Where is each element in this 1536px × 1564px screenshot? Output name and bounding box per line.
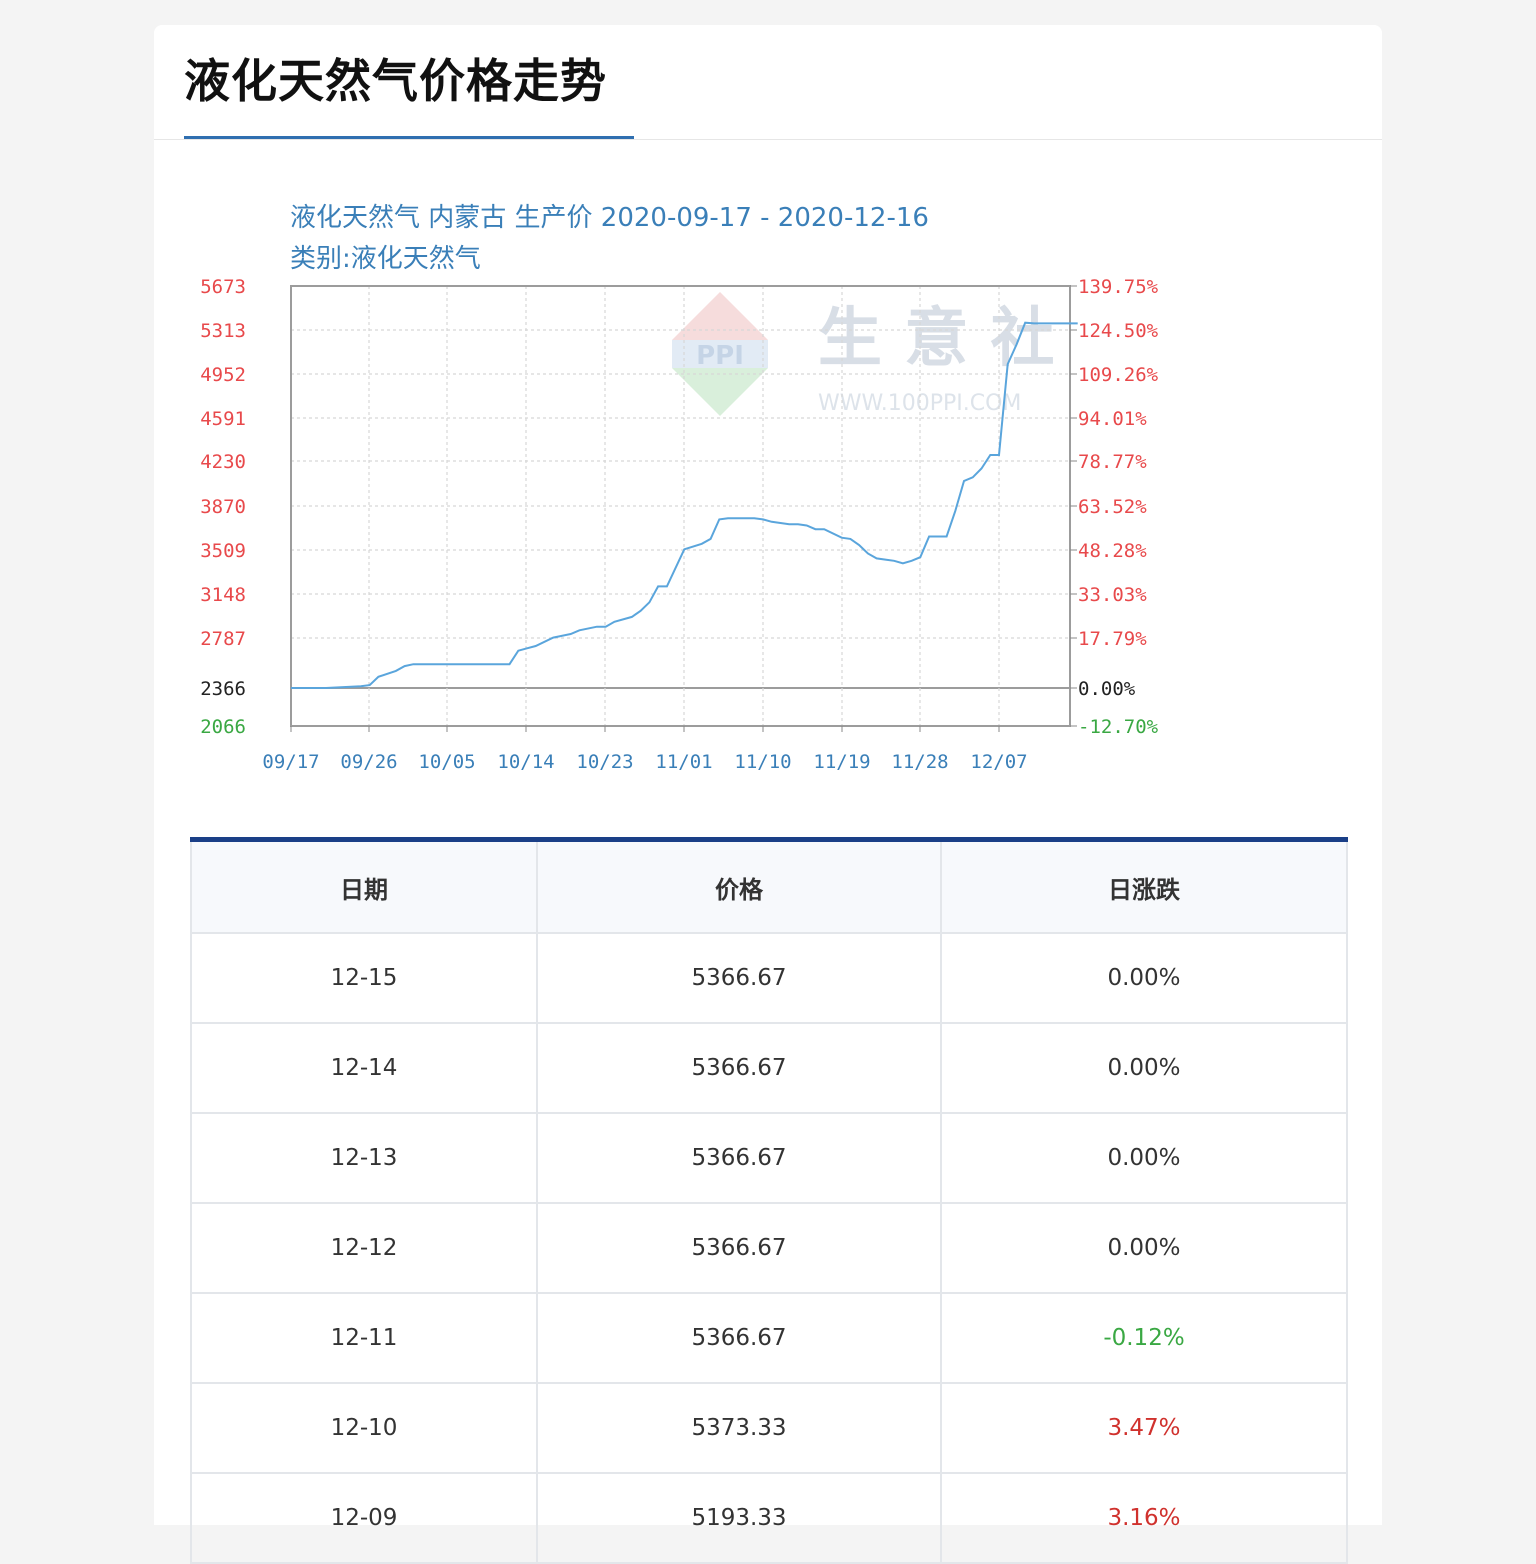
cell-price: 5366.67 [536, 1022, 942, 1114]
table-row: 12-09 5193.33 3.16% [190, 1472, 1348, 1564]
cell-change: 3.47% [940, 1382, 1348, 1474]
cell-price: 5193.33 [536, 1472, 942, 1564]
column-header-date: 日期 [190, 838, 538, 934]
y-axis-left: 5673 5313 4952 4591 4230 3870 3509 3148 2787 2366… [200, 276, 246, 738]
price-chart: PPI 生 意 社 WWW.100PPI.COM 液化天然气 内蒙古 生产价 202… [0, 0, 1536, 800]
column-header-change: 日涨跌 [940, 838, 1348, 934]
watermark-logo-text: PPI [696, 341, 744, 371]
cell-price: 5366.67 [536, 932, 942, 1024]
y-left-tick-label: 3870 [200, 496, 246, 518]
price-chart-svg: PPI 生 意 社WWW.100PPI.COM 液化天然气 内蒙古 生产价 202… [200, 203, 1159, 773]
y-right-tick-label: 33.03% [1078, 584, 1147, 606]
x-tick-label: 11/01 [655, 751, 712, 773]
cell-date: 12-14 [190, 1022, 538, 1114]
y-left-tick-label: 5673 [200, 276, 246, 298]
table-row: 12-12 5366.67 0.00% [190, 1202, 1348, 1294]
cell-price: 5366.67 [536, 1292, 942, 1384]
cell-date: 12-11 [190, 1292, 538, 1384]
y-left-tick-label: 3509 [200, 540, 246, 562]
cell-price: 5373.33 [536, 1382, 942, 1474]
table-row: 12-15 5366.67 0.00% [190, 932, 1348, 1024]
watermark-logo-bottom [672, 368, 768, 416]
x-axis: 09/17 09/26 10/05 10/14 10/23 11/01 11/10 11/19… [262, 726, 1028, 773]
table-row: 12-10 5373.33 3.47% [190, 1382, 1348, 1474]
y-left-tick-label: 2366 [200, 678, 246, 700]
y-axis-right: 139.75% 124.50% 109.26% 94.01% 78.77% 63.52% 4… [1070, 276, 1159, 738]
y-left-tick-label: 4952 [200, 364, 246, 386]
x-tick-label: 10/14 [497, 751, 554, 773]
y-right-tick-label: 139.75% [1078, 276, 1159, 298]
price-table: 日期 价格 日涨跌 12-15 5366.67 0.00% 12-14 5366.67 0… [190, 837, 1348, 1564]
chart-subtitle: 类别:液化天然气 [290, 244, 481, 274]
table-row: 12-13 5366.67 0.00% [190, 1112, 1348, 1204]
x-tick-label: 10/23 [576, 751, 633, 773]
y-right-tick-label: -12.70% [1078, 716, 1159, 738]
x-tick-label: 11/28 [891, 751, 948, 773]
cell-change: 0.00% [940, 1202, 1348, 1294]
cell-date: 12-09 [190, 1472, 538, 1564]
cell-change: 3.16% [940, 1472, 1348, 1564]
y-right-tick-label: 63.52% [1078, 496, 1147, 518]
y-left-tick-label: 4591 [200, 408, 246, 430]
x-tick-label: 09/17 [262, 751, 319, 773]
cell-date: 12-13 [190, 1112, 538, 1204]
cell-date: 12-10 [190, 1382, 538, 1474]
x-tick-label: 12/07 [970, 751, 1027, 773]
table-row: 12-11 5366.67 -0.12% [190, 1292, 1348, 1384]
y-right-tick-label: 109.26% [1078, 364, 1159, 386]
cell-change: 0.00% [940, 932, 1348, 1024]
cell-price: 5366.67 [536, 1202, 942, 1294]
x-tick-label: 10/05 [418, 751, 475, 773]
y-left-tick-label: 4230 [200, 451, 246, 473]
cell-change: 0.00% [940, 1112, 1348, 1204]
y-right-tick-label: 124.50% [1078, 320, 1159, 342]
column-header-price: 价格 [536, 838, 942, 934]
watermark: PPI 生 意 社WWW.100PPI.COM [672, 292, 1055, 416]
y-right-tick-label: 0.00% [1078, 678, 1136, 700]
cell-date: 12-12 [190, 1202, 538, 1294]
table-body: 12-15 5366.67 0.00% 12-14 5366.67 0.00% 12-13 5… [190, 932, 1348, 1564]
cell-change: 0.00% [940, 1022, 1348, 1114]
x-tick-label: 09/26 [340, 751, 397, 773]
x-tick-label: 11/19 [813, 751, 870, 773]
x-tick-label: 11/10 [734, 751, 791, 773]
y-right-tick-label: 78.77% [1078, 451, 1147, 473]
y-left-tick-label: 3148 [200, 584, 246, 606]
cell-price: 5366.67 [536, 1112, 942, 1204]
y-right-tick-label: 94.01% [1078, 408, 1147, 430]
cell-change: -0.12% [940, 1292, 1348, 1384]
watermark-logo-top [672, 292, 768, 340]
y-right-tick-label: 48.28% [1078, 540, 1147, 562]
chart-title: 液化天然气 内蒙古 生产价 2020-09-17 - 2020-12-16 [290, 203, 929, 233]
cell-date: 12-15 [190, 932, 538, 1024]
table-header-row: 日期 价格 日涨跌 [190, 838, 1348, 934]
y-left-tick-label: 5313 [200, 320, 246, 342]
table-row: 12-14 5366.67 0.00% [190, 1022, 1348, 1114]
y-left-tick-label: 2787 [200, 628, 246, 650]
y-right-tick-label: 17.79% [1078, 628, 1147, 650]
y-left-tick-label: 2066 [200, 716, 246, 738]
